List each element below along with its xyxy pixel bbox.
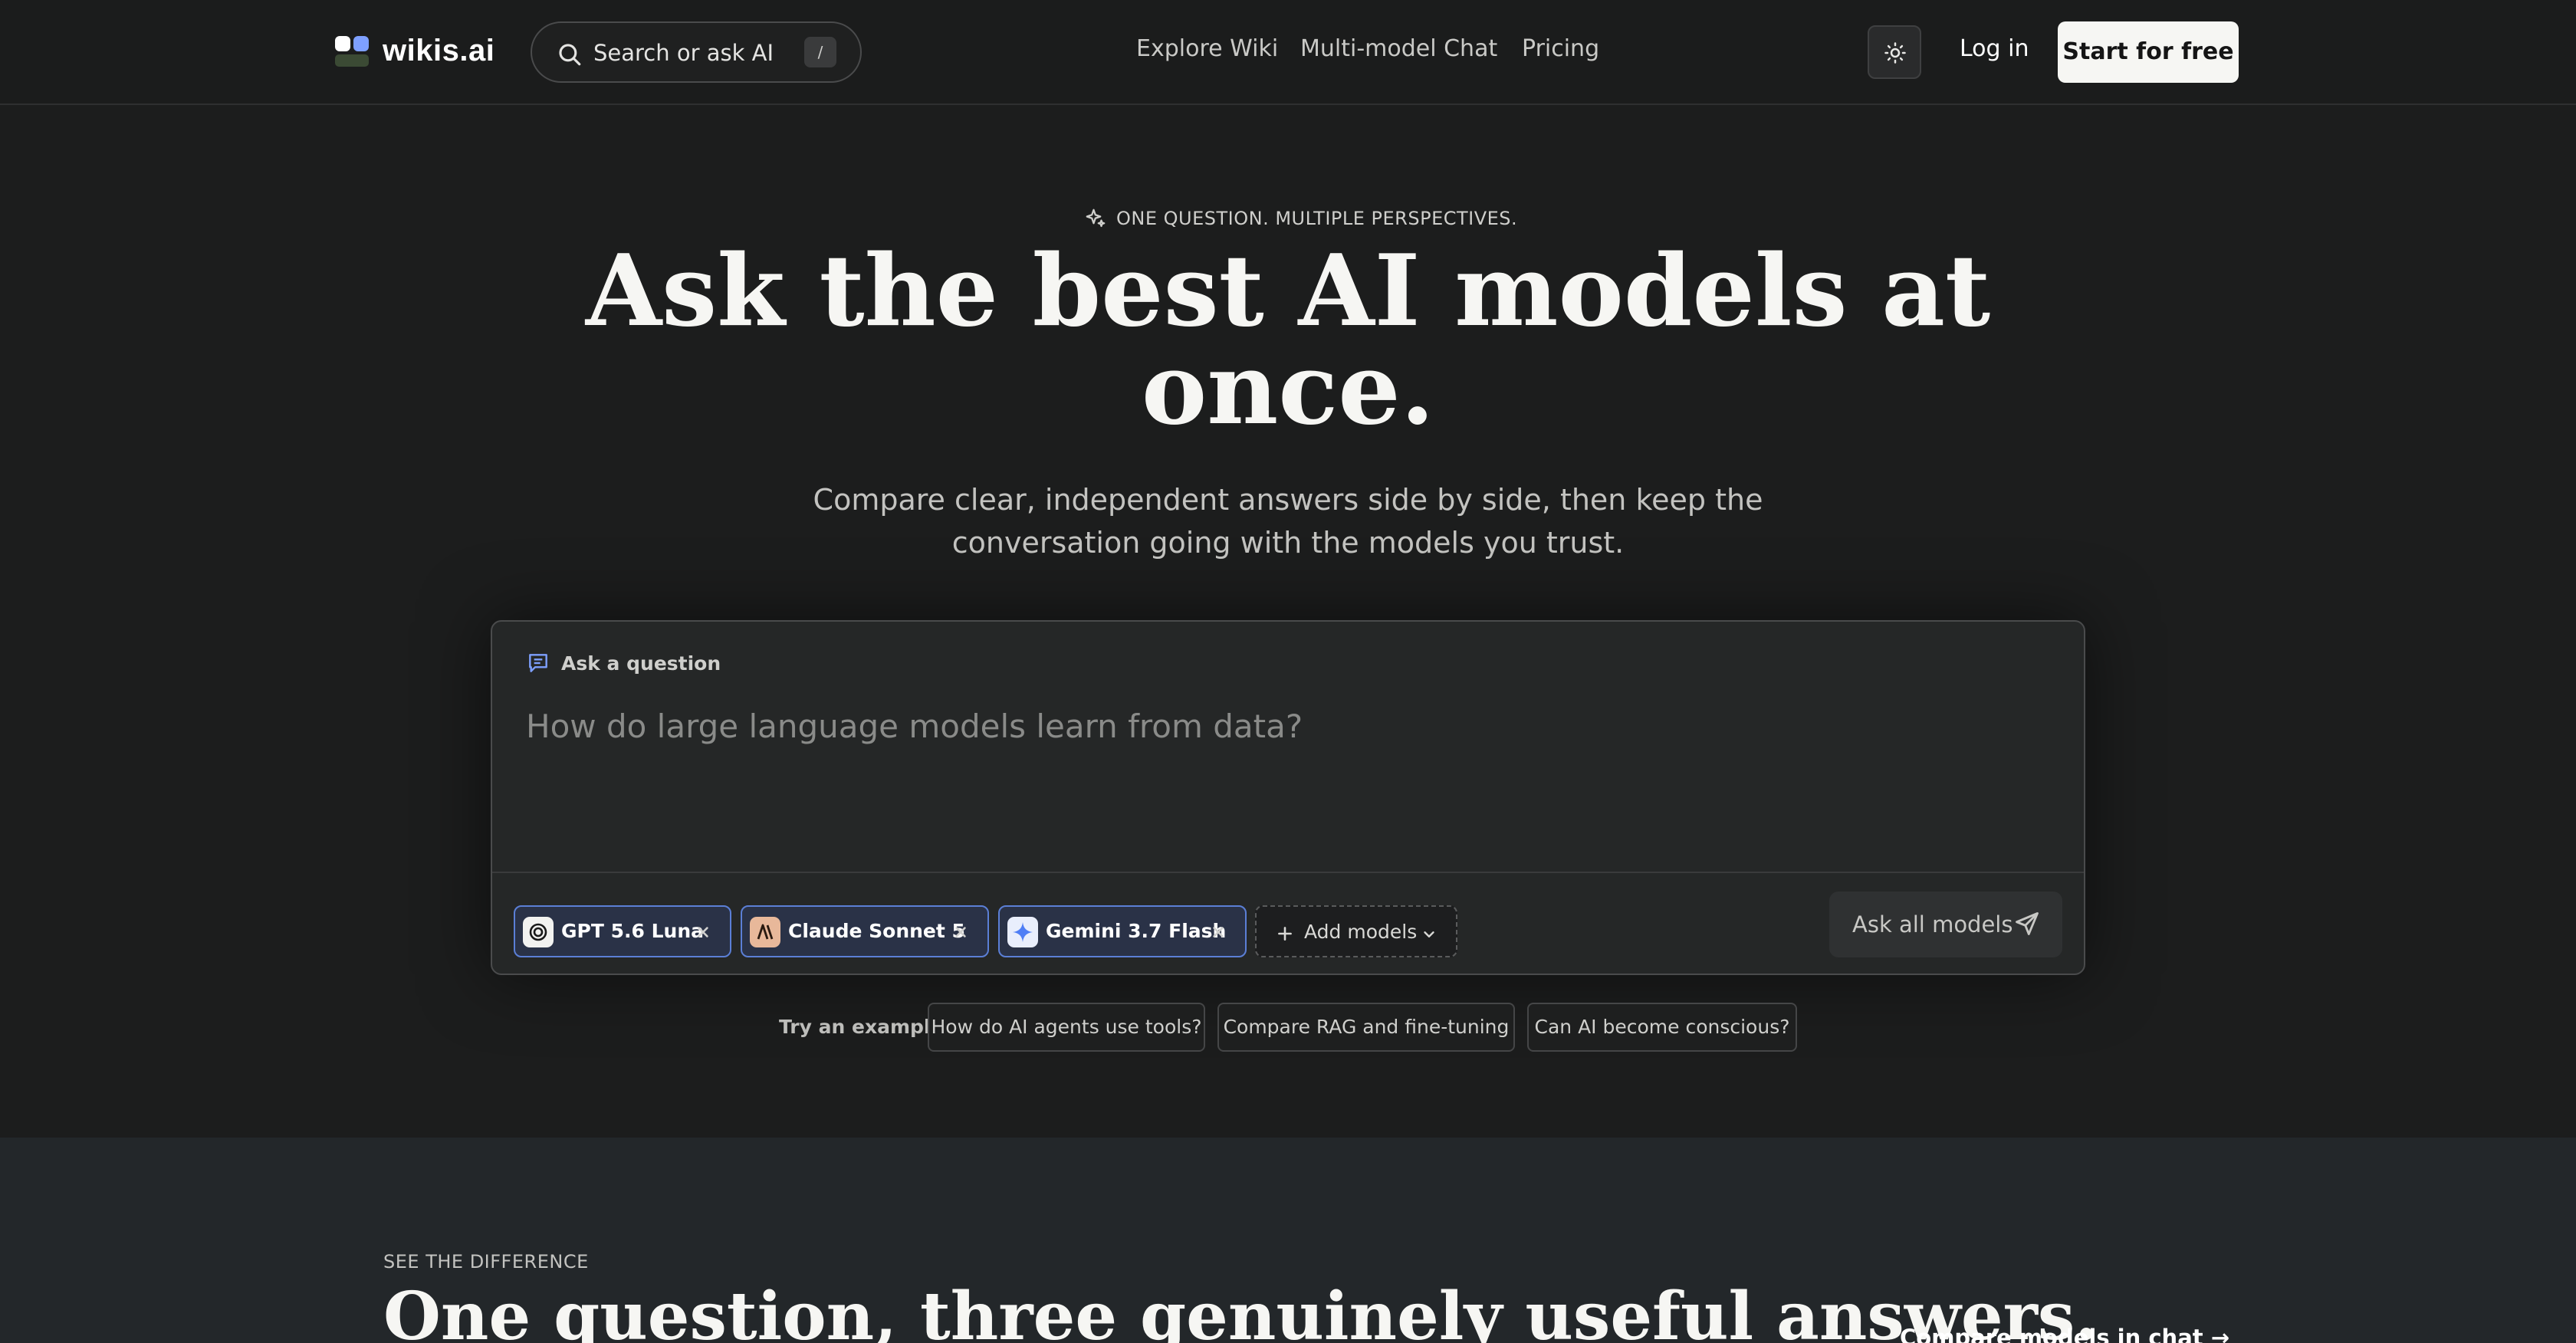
add-models-button[interactable]: Add models — [1255, 905, 1457, 957]
example-chip[interactable]: How do AI agents use tools? — [928, 1003, 1205, 1052]
hero-eyebrow-text: ONE QUESTION. MULTIPLE PERSPECTIVES. — [1116, 208, 1518, 229]
model-chip-gpt[interactable]: GPT 5.6 Luna — [514, 905, 731, 957]
composer-label-text: Ask a question — [561, 652, 721, 675]
arrow-right-icon: → — [2210, 1325, 2230, 1343]
hero-title: Ask the best AI models at once. — [585, 234, 1991, 447]
start-for-free-button[interactable]: Start for free — [2058, 21, 2239, 83]
composer-divider — [492, 872, 2084, 873]
top-navbar: wikis.ai Search or ask AI / Explore Wiki… — [0, 0, 2576, 105]
search-placeholder: Search or ask AI — [593, 40, 774, 66]
hero-eyebrow: ONE QUESTION. MULTIPLE PERSPECTIVES. — [1084, 207, 1517, 230]
section-title: One question, three genuinely useful ans… — [383, 1278, 2098, 1343]
nav-explore-wiki[interactable]: Explore Wiki — [1136, 35, 1278, 62]
sun-icon — [1884, 42, 1906, 64]
gemini-icon — [1007, 917, 1038, 947]
search-shortcut-key: / — [804, 37, 836, 67]
compare-models-link-label: Compare models in chat — [1900, 1325, 2203, 1343]
chevron-down-icon — [1424, 931, 1434, 937]
remove-model-icon[interactable] — [1208, 922, 1228, 942]
search-icon — [559, 44, 581, 66]
ask-all-models-button[interactable]: Ask all models — [1829, 892, 2062, 957]
message-icon — [529, 654, 547, 672]
openai-icon — [523, 917, 554, 947]
compare-models-link[interactable]: Compare models in chat → — [1900, 1325, 2229, 1343]
logo-mark-icon — [335, 34, 370, 68]
anthropic-icon — [750, 917, 780, 947]
model-chip-gemini[interactable]: Gemini 3.7 Flash — [998, 905, 1247, 957]
section-eyebrow: SEE THE DIFFERENCE — [383, 1251, 589, 1272]
see-difference-section: SEE THE DIFFERENCE One question, three g… — [0, 1138, 2576, 1343]
model-chip-label: Claude Sonnet 5 — [788, 920, 965, 942]
model-chip-label: Gemini 3.7 Flash — [1046, 920, 1227, 942]
model-chip-label: GPT 5.6 Luna — [561, 920, 704, 942]
page-root: wikis.ai Search or ask AI / Explore Wiki… — [0, 0, 2576, 1343]
logo-text: wikis.ai — [383, 34, 495, 67]
example-chip[interactable]: Can AI become conscious? — [1527, 1003, 1797, 1052]
send-icon — [2016, 912, 2039, 935]
model-chip-claude[interactable]: Claude Sonnet 5 — [741, 905, 989, 957]
composer-label: Ask a question — [526, 651, 721, 675]
add-models-label: Add models — [1304, 921, 1418, 943]
search-bar[interactable]: Search or ask AI / — [531, 21, 862, 83]
nav-pricing[interactable]: Pricing — [1522, 35, 1599, 62]
remove-model-icon[interactable] — [693, 922, 713, 942]
login-link[interactable]: Log in — [1960, 35, 2029, 62]
theme-toggle-button[interactable] — [1868, 25, 1921, 79]
example-chip[interactable]: Compare RAG and fine-tuning — [1217, 1003, 1515, 1052]
nav-multi-model-chat[interactable]: Multi-model Chat — [1300, 35, 1497, 62]
logo[interactable]: wikis.ai — [335, 34, 495, 68]
plus-icon — [1278, 927, 1292, 941]
ask-all-models-label: Ask all models — [1852, 911, 2013, 937]
hero-subtitle: Compare clear, independent answers side … — [813, 483, 1763, 560]
question-input[interactable] — [526, 703, 2029, 749]
question-composer: Ask a question GPT 5.6 Luna Claude So — [491, 620, 2085, 975]
remove-model-icon[interactable] — [951, 922, 971, 942]
try-example-label: Try an example — [779, 1016, 944, 1038]
sparkles-icon — [1086, 209, 1106, 228]
